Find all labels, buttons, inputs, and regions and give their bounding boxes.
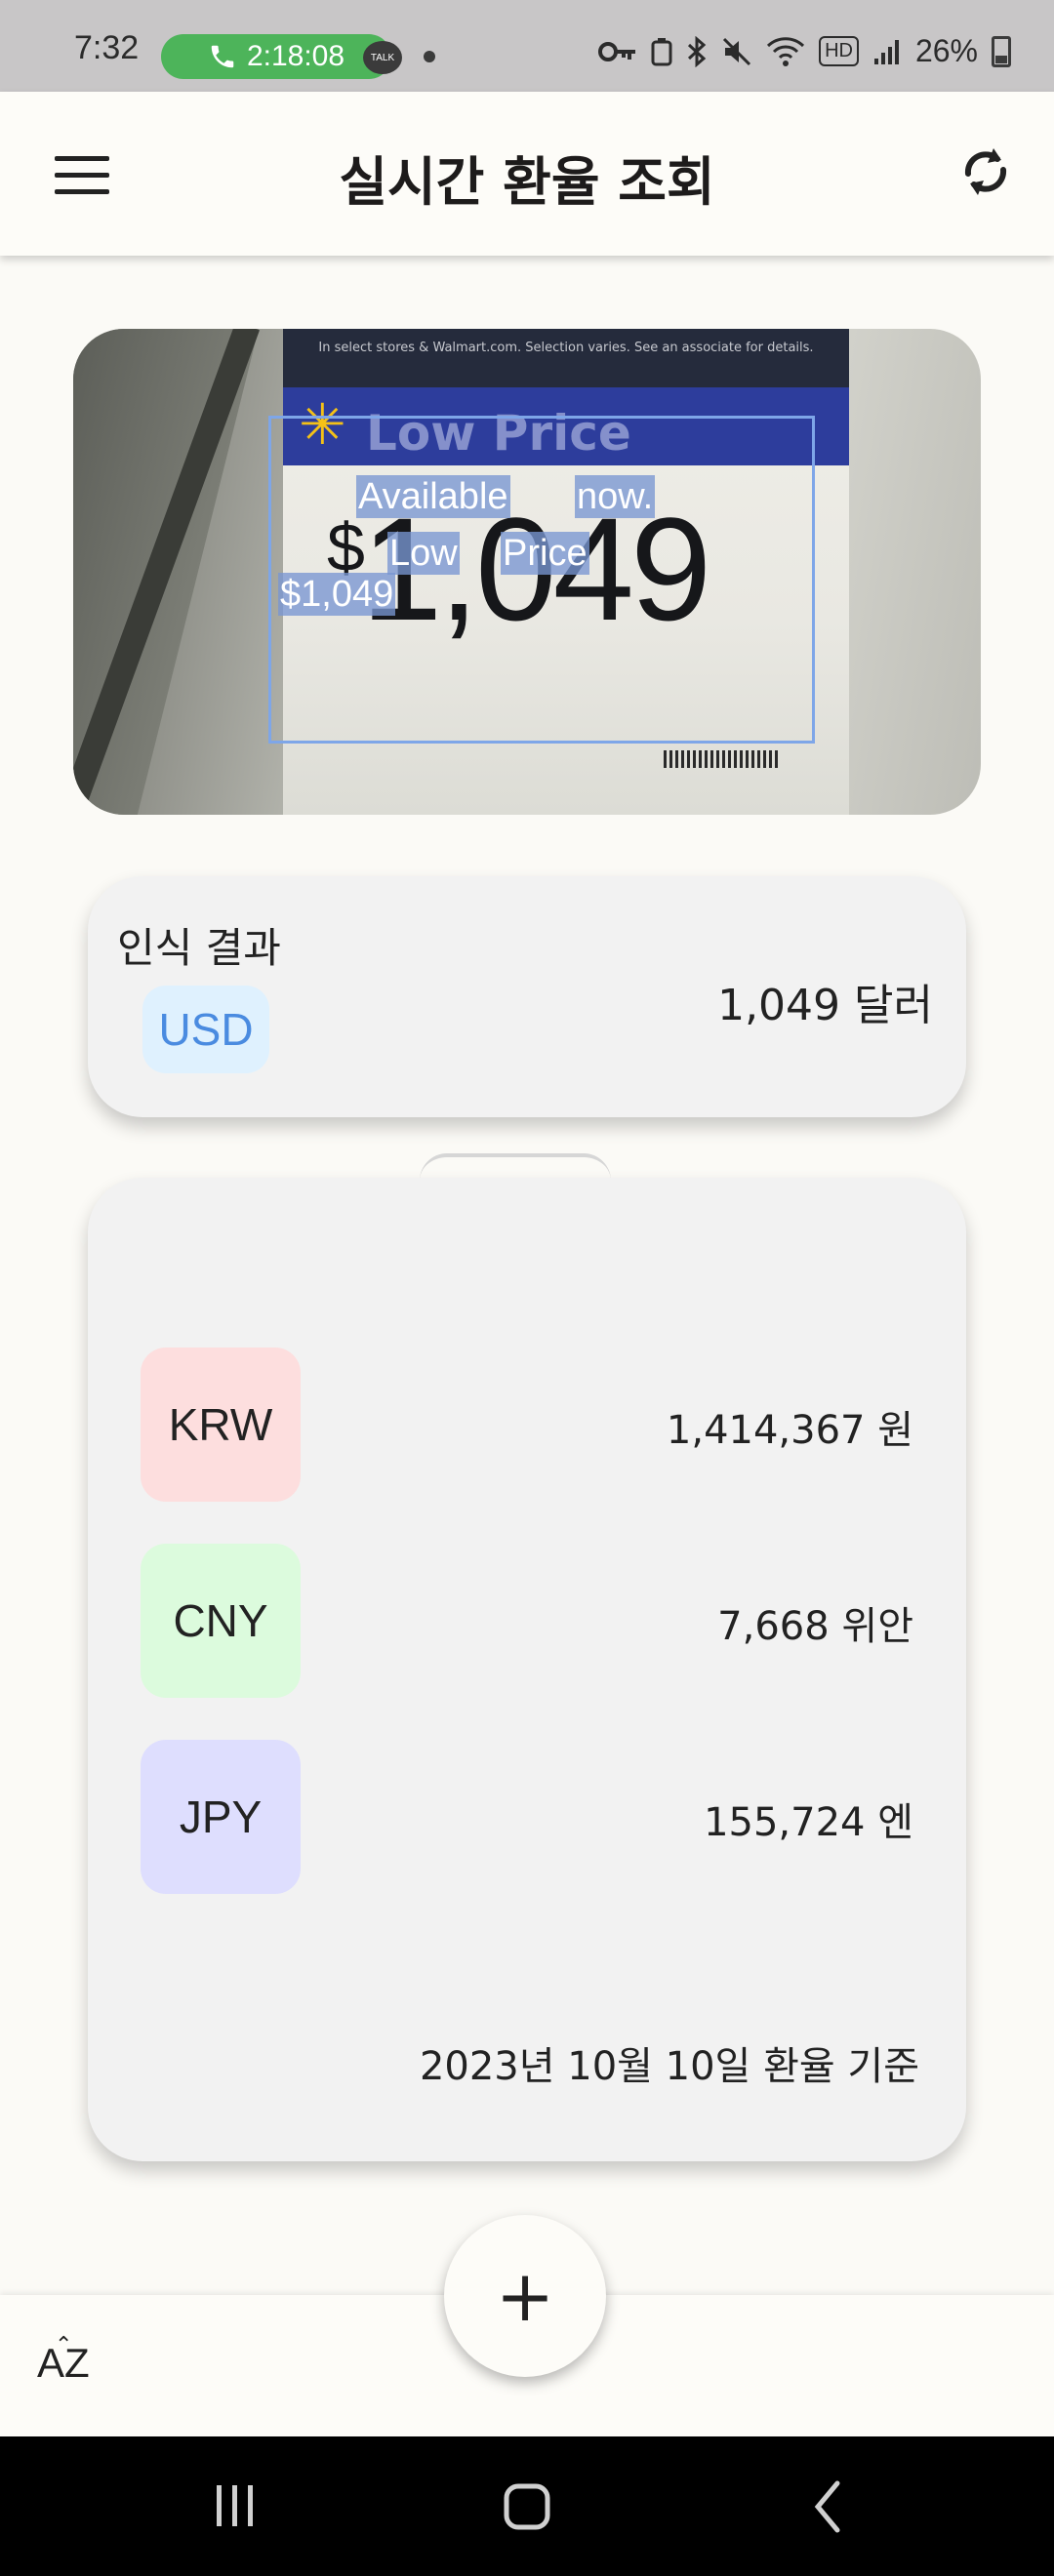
sort-arrow-icon: ⌃ <box>55 2332 73 2356</box>
recognized-amount: 1,049 달러 <box>717 981 933 1030</box>
ocr-word-low: Low <box>387 532 460 575</box>
mute-icon <box>723 37 751 65</box>
hd-voice-icon: HD <box>819 36 859 66</box>
wifi-icon <box>767 36 805 66</box>
rates-date-note: 2023년 10월 10일 환율 기준 <box>419 2044 919 2089</box>
source-currency-chip[interactable]: USD <box>142 986 269 1073</box>
sign-fine-print: In select stores & Walmart.com. Selectio… <box>283 329 849 387</box>
status-icons: HD 26% <box>598 33 1011 69</box>
rate-row-jpy[interactable]: JPY 155,724 엔 <box>141 1740 913 1896</box>
call-timer: 2:18:08 <box>246 40 345 72</box>
battery-icon <box>992 35 1011 67</box>
back-icon[interactable] <box>808 2477 847 2536</box>
rate-value-cny: 7,668 위안 <box>717 1604 913 1649</box>
sort-az-icon[interactable]: ⌃ AZ <box>37 2332 105 2400</box>
signal-icon <box>873 39 899 64</box>
rate-row-cny[interactable]: CNY 7,668 위안 <box>141 1544 913 1700</box>
talk-label: TALK <box>370 52 395 63</box>
system-nav-bar <box>0 2436 1054 2576</box>
rate-row-krw[interactable]: KRW 1,414,367 원 <box>141 1348 913 1504</box>
status-time: 7:32 <box>74 29 140 66</box>
ongoing-call-chip[interactable]: 2:18:08 <box>161 34 391 79</box>
recent-apps-icon[interactable] <box>211 2477 260 2536</box>
currency-chip-krw[interactable]: KRW <box>141 1348 301 1502</box>
currency-chip-cny[interactable]: CNY <box>141 1544 301 1698</box>
rate-value-krw: 1,414,367 원 <box>666 1408 913 1453</box>
refresh-icon[interactable] <box>956 141 1015 203</box>
ocr-word-amount: $1,049 <box>278 573 396 616</box>
home-icon[interactable] <box>502 2477 552 2536</box>
app-bar: 실시간 환율 조회 <box>0 92 1054 256</box>
sign-barcode <box>664 750 781 768</box>
more-notifications-dot <box>424 51 435 62</box>
bluetooth-icon <box>688 35 707 67</box>
key-icon <box>598 41 636 61</box>
result-title: 인식 결과 <box>117 924 281 972</box>
converted-rates-card: KRW 1,414,367 원 CNY 7,668 위안 JPY 155,724… <box>88 1178 966 2161</box>
rate-value-jpy: 155,724 엔 <box>704 1800 913 1845</box>
battery-saver-icon <box>651 37 672 65</box>
page-title: 실시간 환율 조회 <box>339 151 715 213</box>
phone-icon <box>211 45 234 68</box>
currency-chip-jpy[interactable]: JPY <box>141 1740 301 1894</box>
kakaotalk-icon: TALK <box>363 41 402 74</box>
ocr-word-price: Price <box>501 532 589 575</box>
ocr-word-available: Available <box>356 475 510 518</box>
add-currency-button[interactable]: + <box>444 2215 606 2377</box>
captured-price-photo[interactable]: In select stores & Walmart.com. Selectio… <box>73 329 981 815</box>
ocr-word-now: now. <box>575 475 656 518</box>
battery-percent: 26% <box>914 33 978 68</box>
recognition-result-card: 인식 결과 USD 1,049 달러 <box>88 876 966 1117</box>
globe-icon <box>420 1153 611 1181</box>
status-bar: 7:32 2:18:08 TALK HD 26% <box>0 0 1054 92</box>
